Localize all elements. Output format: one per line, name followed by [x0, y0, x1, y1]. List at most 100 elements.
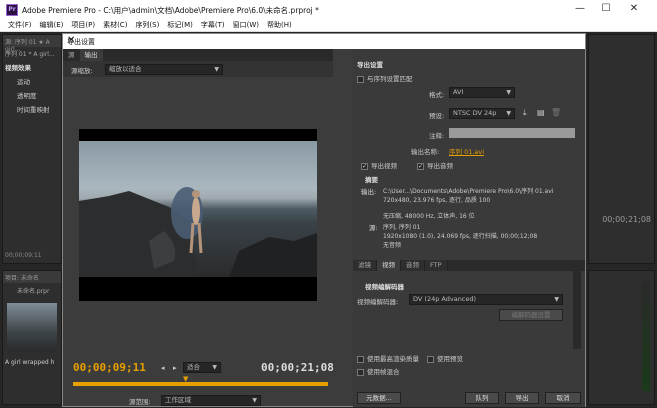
set-out-icon[interactable]: ▸: [173, 364, 177, 372]
use-previews-checkbox[interactable]: 使用预览: [427, 353, 463, 363]
sequence-label: 序列 01 * A girl...: [5, 51, 55, 58]
playhead-icon[interactable]: ▼: [183, 375, 188, 383]
fit-value: 适合: [187, 363, 200, 371]
timeline-scrubber[interactable]: ▼: [73, 375, 328, 386]
menu-window[interactable]: 窗口(W): [233, 20, 259, 31]
format-label: 格式:: [429, 91, 445, 99]
export-video-checkbox[interactable]: ✓ 导出视频: [361, 160, 397, 170]
comments-label: 注释:: [429, 132, 445, 140]
preview-scene: [79, 187, 317, 277]
source-range-value: 工作区域: [165, 396, 191, 404]
source-scaling-row: 源缩放: 缩放以适合 ▼: [63, 61, 333, 77]
source-range-label: 源范围:: [129, 398, 151, 406]
project-panel: 项目: 未命名 未命名.prpr A girl wrapped h: [2, 270, 62, 405]
fit-select[interactable]: 适合 ▼: [183, 362, 221, 373]
format-value: AVI: [453, 88, 464, 96]
source-audio-info: 无音频: [383, 242, 402, 249]
menu-file[interactable]: 文件(F): [8, 20, 32, 31]
source-range-select[interactable]: 工作区域 ▼: [161, 395, 261, 406]
tab-output[interactable]: 输出: [79, 49, 103, 61]
output-path: C:\User...\Documents\Adobe\Premiere Pro\…: [383, 188, 554, 195]
menu-marker[interactable]: 标记(M): [167, 20, 193, 31]
match-sequence-checkbox[interactable]: 与序列设置匹配: [357, 73, 413, 83]
tab-ftp[interactable]: FTP: [425, 260, 448, 271]
project-file: 未命名.prpr: [17, 288, 50, 295]
effect-time-remap[interactable]: 时间重映射: [3, 102, 61, 116]
comments-input[interactable]: [449, 128, 575, 138]
audio-meter: [642, 281, 650, 391]
delete-preset-icon[interactable]: 🗑: [551, 108, 561, 117]
export-settings-header[interactable]: 导出设置: [357, 59, 383, 69]
settings-tabs: 滤镜 视频 音频 FTP: [353, 260, 585, 271]
source-scaling-value: 缩放以适合: [109, 65, 142, 73]
clip-label: A girl wrapped h: [5, 359, 55, 366]
window-title: Adobe Premiere Pro - C:\用户\admin\文档\Adob…: [22, 6, 319, 15]
max-render-quality-checkbox[interactable]: 使用最高渲染质量: [357, 353, 419, 363]
frame-blending-checkbox[interactable]: 使用帧混合: [357, 366, 400, 376]
export-audio-label: 导出音频: [427, 162, 453, 170]
project-tab[interactable]: 项目: 未命名: [3, 271, 61, 283]
export-audio-checkbox[interactable]: ✓ 导出音频: [417, 160, 453, 170]
panel-tab[interactable]: 源: 序列 01 ★ A girl...: [3, 35, 61, 53]
frame-blending-label: 使用帧混合: [367, 368, 400, 376]
timecode-in[interactable]: 00;00;09;11: [73, 361, 146, 374]
menu-edit[interactable]: 编辑(E): [40, 20, 64, 31]
menu-bar: 文件(F) 编辑(E) 项目(P) 素材(C) 序列(S) 标记(M) 字幕(T) 窗口(W)…: [0, 20, 657, 32]
cancel-button[interactable]: 取消: [545, 392, 581, 404]
menu-help[interactable]: 帮助(H): [267, 20, 292, 31]
tab-filters[interactable]: 滤镜: [353, 260, 377, 271]
menu-sequence[interactable]: 序列(S): [135, 20, 159, 31]
export-video-label: 导出视频: [371, 162, 397, 170]
tab-video[interactable]: 视频: [377, 260, 401, 271]
preset-value: NTSC DV 24p: [453, 109, 497, 117]
queue-button[interactable]: 队列: [465, 392, 499, 404]
codec-settings-button[interactable]: 编解码器设置: [499, 309, 563, 321]
source-scaling-select[interactable]: 缩放以适合 ▼: [105, 64, 223, 75]
chevron-down-icon: ▼: [506, 110, 511, 117]
menu-title[interactable]: 字幕(T): [201, 20, 225, 31]
max-render-quality-label: 使用最高渲染质量: [367, 355, 419, 363]
tab-audio[interactable]: 音频: [401, 260, 425, 271]
effect-motion[interactable]: 运动: [3, 74, 61, 88]
video-codec-select[interactable]: DV (24p Advanced) ▼: [409, 294, 563, 305]
output-name-link[interactable]: 序列 01.avi: [449, 146, 484, 156]
video-codec-header[interactable]: 视频编解码器: [365, 281, 404, 291]
effect-opacity[interactable]: 透明度: [3, 88, 61, 102]
output-audio-info: 无压缩, 48000 Hz, 立体声, 16 位: [383, 213, 475, 220]
source-output-tabs: 源输出: [63, 49, 333, 61]
chevron-down-icon: ▼: [252, 397, 257, 404]
export-button[interactable]: 导出: [505, 392, 539, 404]
source-scaling-label: 源缩放:: [71, 67, 93, 75]
export-settings-panel: 导出设置 与序列设置匹配 格式: AVI ▼ 预设: NTSC DV 24p ▼ ⤓…: [353, 49, 585, 407]
format-select[interactable]: AVI ▼: [449, 87, 515, 98]
timeline-panel: [588, 270, 655, 405]
maximize-button[interactable]: ☐: [596, 3, 616, 14]
right-timecode: 00;00;21;08: [602, 215, 651, 224]
dialog-close-button[interactable]: ✕: [67, 35, 580, 46]
tab-source[interactable]: 源: [63, 49, 80, 61]
source-summary-label: 源:: [369, 224, 378, 232]
close-button[interactable]: ✕: [624, 3, 644, 14]
menu-project[interactable]: 项目(P): [71, 20, 95, 31]
clip-thumbnail[interactable]: [7, 303, 57, 351]
program-monitor-panel: 00;00;21;08: [588, 34, 655, 264]
preset-label: 预设:: [429, 112, 445, 120]
effect-controls-panel: 源: 序列 01 ★ A girl... 序列 01 * A girl... 视…: [2, 34, 62, 264]
preset-select[interactable]: NTSC DV 24p ▼: [449, 108, 515, 119]
video-preview: [79, 129, 317, 301]
save-preset-icon[interactable]: ⤓: [523, 108, 527, 118]
set-in-icon[interactable]: ◂: [161, 364, 165, 372]
metadata-button[interactable]: 元数据...: [357, 392, 401, 404]
menu-clip[interactable]: 素材(C): [103, 20, 127, 31]
export-settings-dialog: 导出设置 ✕ 源输出 源缩放: 缩放以适合 ▼ 00;00;09;11 ◂ ▸ 适…: [62, 33, 586, 407]
effects-title: 视频效果: [5, 64, 31, 72]
window-titlebar: Pr Adobe Premiere Pro - C:\用户\admin\文档\A…: [0, 0, 657, 20]
summary-header[interactable]: 摘要: [365, 174, 378, 184]
settings-scrollbar[interactable]: [573, 271, 581, 349]
source-sequence: 序列, 序列 01: [383, 224, 421, 231]
dialog-titlebar: 导出设置 ✕: [63, 34, 585, 49]
timecode-row: 00;00;09;11 ◂ ▸ 适合 ▼ 00;00;21;08: [63, 357, 334, 377]
match-sequence-label: 与序列设置匹配: [367, 75, 413, 83]
minimize-button[interactable]: —: [570, 3, 590, 14]
import-preset-icon[interactable]: ▤: [537, 108, 545, 117]
